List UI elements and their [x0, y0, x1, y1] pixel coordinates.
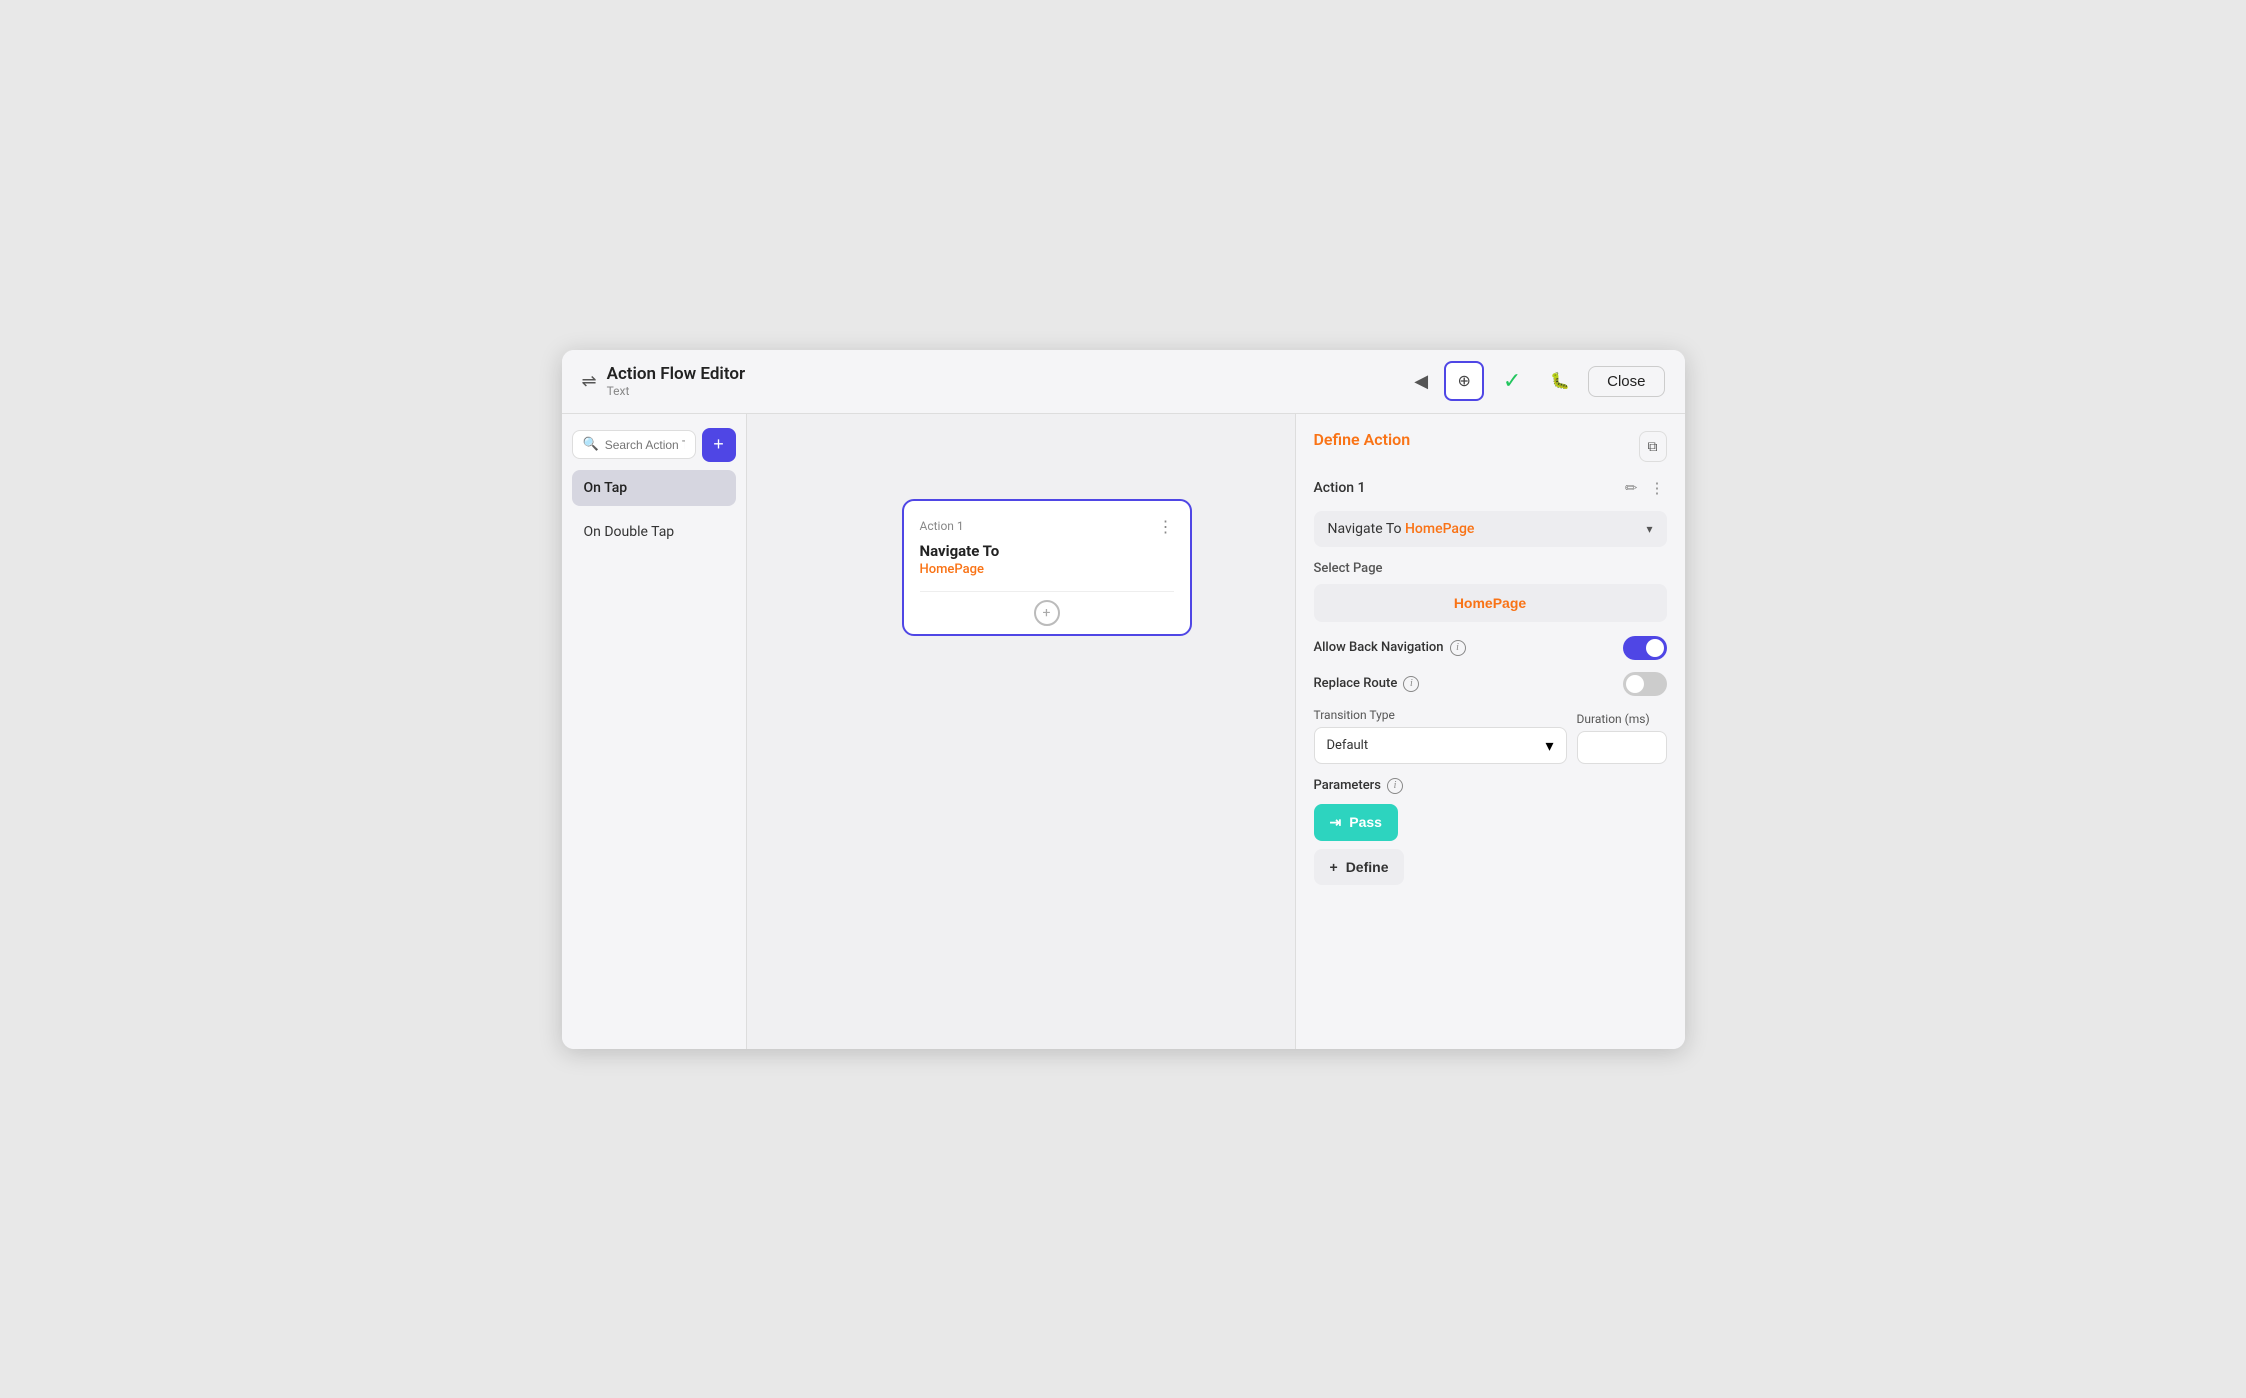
close-button[interactable]: Close: [1588, 366, 1664, 397]
define-icon: +: [1330, 859, 1338, 875]
action-card-title: Navigate To: [920, 542, 1174, 560]
transition-row: Transition Type Default ▾ Duration (ms): [1314, 708, 1667, 764]
pencil-icon: ✏: [1625, 480, 1638, 497]
allow-back-nav-label-row: Allow Back Navigation i: [1314, 640, 1466, 656]
panel-action-row: Action 1 ✏ ⋮: [1314, 477, 1667, 499]
bug-icon: 🐛: [1550, 371, 1570, 391]
debug-button[interactable]: 🐛: [1540, 361, 1580, 401]
cursor-icon: ⊕: [1457, 371, 1470, 391]
allow-back-navigation-row: Allow Back Navigation i: [1314, 636, 1667, 660]
add-trigger-button[interactable]: +: [702, 428, 736, 462]
allow-back-nav-info-icon[interactable]: i: [1450, 640, 1466, 656]
duration-col: Duration (ms): [1577, 712, 1667, 764]
dots-vertical-icon: ⋮: [1650, 480, 1665, 497]
search-icon: 🔍: [583, 437, 599, 452]
define-button[interactable]: + Define: [1314, 849, 1405, 885]
transition-type-dropdown[interactable]: Default ▾: [1314, 727, 1567, 764]
panel-action-icons: ✏ ⋮: [1623, 477, 1667, 499]
plus-icon: +: [713, 434, 724, 455]
header: ⇌ Action Flow Editor Text ◀︎ ⊕ ✓ 🐛 Close: [562, 350, 1685, 414]
replace-route-info-icon[interactable]: i: [1403, 676, 1419, 692]
transition-type-value: Default: [1327, 738, 1369, 753]
action-card[interactable]: Action 1 ⋮ Navigate To HomePage +: [902, 499, 1192, 636]
sidebar-item-on-tap[interactable]: On Tap: [572, 470, 736, 506]
select-page-button[interactable]: HomePage: [1314, 584, 1667, 622]
pass-label: Pass: [1349, 814, 1382, 830]
app-container: ⇌ Action Flow Editor Text ◀︎ ⊕ ✓ 🐛 Close: [562, 350, 1685, 1049]
edit-action-button[interactable]: ✏: [1623, 477, 1640, 499]
panel-title: Define Action: [1314, 430, 1411, 449]
header-title: Action Flow Editor: [607, 364, 746, 384]
replace-route-label-row: Replace Route i: [1314, 676, 1420, 692]
action-card-menu-icon[interactable]: ⋮: [1158, 517, 1174, 536]
canvas: Action 1 ⋮ Navigate To HomePage +: [747, 414, 1295, 1049]
search-input[interactable]: [605, 438, 685, 452]
action-card-footer: +: [920, 591, 1174, 634]
allow-back-nav-toggle[interactable]: [1623, 636, 1667, 660]
action-type-dropdown[interactable]: Navigate To HomePage ▾: [1314, 511, 1667, 547]
pass-button[interactable]: ⇥ Pass: [1314, 804, 1398, 841]
transition-type-label: Transition Type: [1314, 708, 1567, 722]
define-label: Define: [1346, 859, 1389, 875]
select-page-label: Select Page: [1314, 561, 1667, 576]
pass-icon: ⇥: [1330, 814, 1342, 831]
flow-icon: ⇌: [582, 371, 597, 392]
header-title-block: Action Flow Editor Text: [607, 364, 746, 398]
check-icon: ✓: [1503, 368, 1521, 394]
copy-icon: ⧉: [1648, 438, 1658, 454]
parameters-info-icon[interactable]: i: [1387, 778, 1403, 794]
parameters-label: Parameters: [1314, 778, 1381, 793]
action-card-subtitle: HomePage: [920, 562, 1174, 577]
cursor-tool-button[interactable]: ⊕: [1444, 361, 1484, 401]
header-right: ◀︎ ⊕ ✓ 🐛 Close: [1406, 361, 1664, 401]
parameters-header: Parameters i: [1314, 778, 1667, 794]
allow-back-nav-label: Allow Back Navigation: [1314, 640, 1444, 655]
more-action-button[interactable]: ⋮: [1648, 477, 1667, 499]
add-action-button[interactable]: +: [1034, 600, 1060, 626]
transition-chevron-icon: ▾: [1545, 736, 1553, 755]
action-card-header: Action 1 ⋮: [920, 517, 1174, 536]
action-card-label: Action 1: [920, 519, 964, 533]
action-dropdown-text: Navigate To HomePage: [1328, 521, 1475, 537]
replace-route-label: Replace Route: [1314, 676, 1398, 691]
duration-label: Duration (ms): [1577, 712, 1667, 726]
main-layout: 🔍 + On Tap On Double Tap Action 1 ⋮ Navi…: [562, 414, 1685, 1049]
plus-icon: +: [1043, 605, 1051, 621]
duration-input[interactable]: [1577, 731, 1667, 764]
replace-route-row: Replace Route i: [1314, 672, 1667, 696]
transition-type-col: Transition Type Default ▾: [1314, 708, 1567, 764]
collapse-button[interactable]: ◀︎: [1406, 367, 1436, 396]
header-left: ⇌ Action Flow Editor Text: [582, 364, 746, 398]
panel-copy-button[interactable]: ⧉: [1639, 431, 1667, 462]
header-subtitle: Text: [607, 384, 746, 398]
right-panel: Define Action ⧉ Action 1 ✏ ⋮: [1295, 414, 1685, 1049]
replace-route-toggle[interactable]: [1623, 672, 1667, 696]
sidebar-item-on-double-tap[interactable]: On Double Tap: [572, 514, 736, 550]
check-button[interactable]: ✓: [1492, 361, 1532, 401]
panel-action-name: Action 1: [1314, 480, 1366, 496]
sidebar: 🔍 + On Tap On Double Tap: [562, 414, 747, 1049]
chevron-down-icon: ▾: [1646, 522, 1652, 536]
sidebar-top-row: 🔍 +: [572, 428, 736, 462]
search-bar: 🔍: [572, 430, 696, 459]
